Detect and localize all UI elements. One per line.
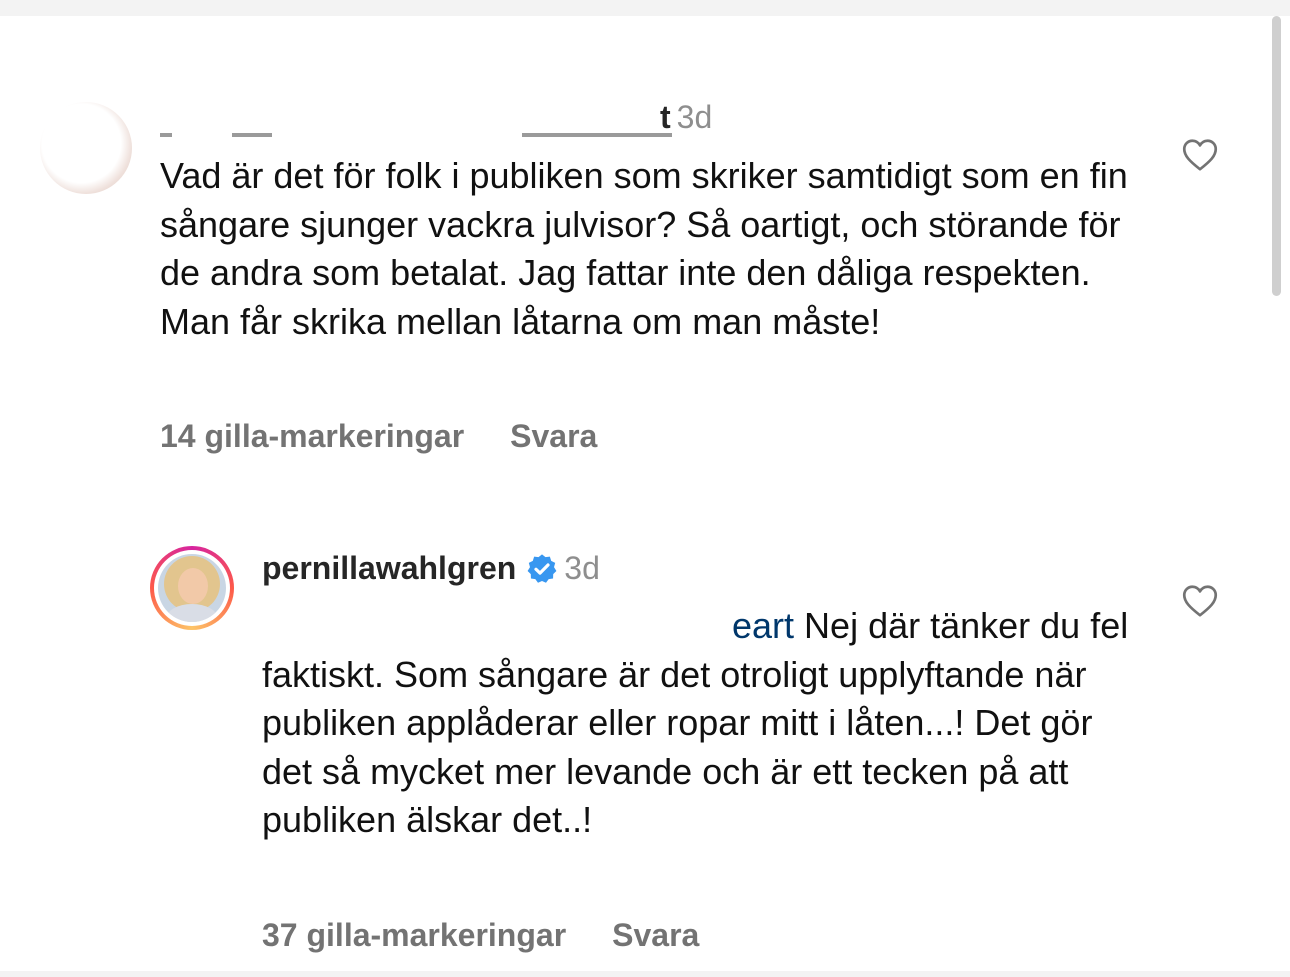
mention-link[interactable]: eart [732,605,794,646]
likes-count[interactable]: 14 gilla-markeringar [160,418,464,454]
avatar-ring-gap [154,550,230,626]
comment-text: Vad är det för folk i publiken som skrik… [160,155,1128,342]
comment-username[interactable]: t [660,99,671,135]
avatar-story-ring[interactable] [150,546,234,630]
comment-username[interactable]: pernillawahlgren [262,550,516,586]
reply-button[interactable]: Svara [612,917,699,953]
bottom-divider [0,971,1290,977]
avatar-face [178,568,208,604]
heart-outline-icon[interactable] [1182,138,1218,172]
comment-time: 3d [676,99,713,135]
comment-actions: 14 gilla-markeringar Svara [160,418,597,455]
top-divider [0,0,1290,16]
avatar-body [166,604,218,622]
comment-text: eart Nej där tänker du fel faktiskt. Som… [262,602,1142,845]
comment-text-body: Nej där tänker du fel faktiskt. Som sång… [262,605,1129,840]
avatar [158,554,226,622]
redacted-username-bar [160,114,672,138]
comment-meta: pernillawahlgren 3d [262,549,600,587]
verified-badge-icon [527,554,557,583]
likes-count[interactable]: 37 gilla-markeringar [262,917,566,953]
comment-actions: 37 gilla-markeringar Svara [262,917,699,954]
heart-outline-icon[interactable] [1182,584,1218,618]
scrollbar[interactable] [1272,16,1281,296]
reply-button[interactable]: Svara [510,418,597,454]
comment-meta: t 3d [160,98,713,138]
comment-time: 3d [564,550,600,586]
avatar[interactable] [40,102,132,194]
